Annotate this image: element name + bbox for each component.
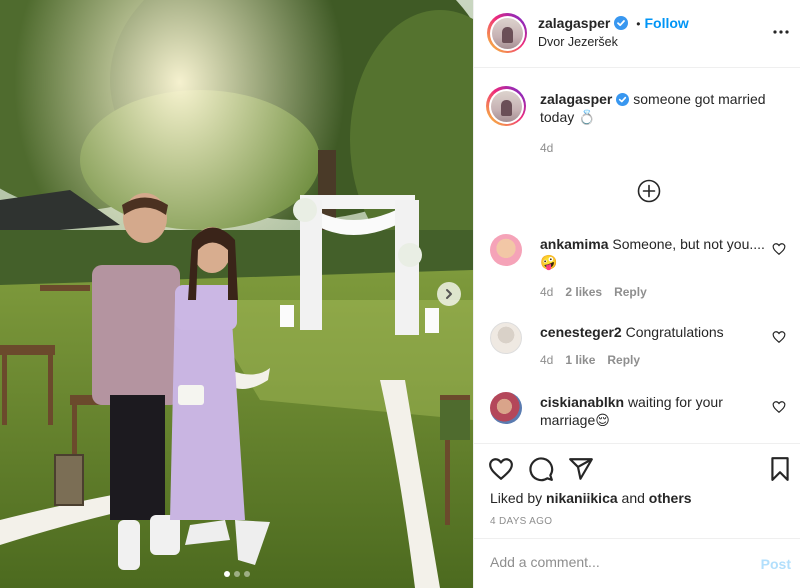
comment-age[interactable]: 4d [540,353,553,367]
follow-button[interactable]: Follow [644,15,688,31]
caption-row: zalagasper someone got married today 💍 4… [486,86,790,157]
load-more-plus-icon[interactable] [637,179,661,203]
liked-by-user[interactable]: nikaniikica [546,490,618,506]
add-comment-input[interactable] [490,554,740,570]
author-avatar[interactable] [487,13,527,53]
liked-by-others[interactable]: others [649,490,692,506]
add-comment-bar: Post [474,538,800,588]
comment-text-block: ankamima Someone, but not you....🤪 [540,235,780,271]
paper-plane-icon[interactable] [568,456,594,482]
comment-item: cenesteger2 Congratulations 4d 1 like Repl… [490,322,790,382]
more-options-button[interactable] [771,22,791,42]
reply-button[interactable]: Reply [607,353,640,367]
comments-section: zalagasper someone got married today 💍 4… [474,69,800,443]
carousel-dot [223,571,230,577]
comment-likes[interactable]: 1 like [565,353,595,367]
reply-button[interactable]: Reply [614,285,647,299]
heart-icon[interactable] [772,242,786,256]
caption-meta: 4d [540,141,565,155]
bookmark-icon[interactable] [767,456,793,482]
dot-separator: • [636,17,641,31]
liked-by-and: and [621,490,645,506]
post-side-panel: zalagasper • Follow Dvor Jezeršek zalagas… [473,0,800,588]
post-photo[interactable] [0,0,473,588]
post-timestamp[interactable]: 4 DAYS AGO [490,516,552,527]
comment-item: ciskianablkn waiting for your marriage😌 [490,392,790,442]
liked-by-summary: Liked by nikaniikica and others [490,490,692,506]
carousel-dot [233,571,240,577]
comment-meta: 4d 2 likes Reply [540,285,659,299]
comment-username[interactable]: ankamima [540,236,608,252]
location-link[interactable]: Dvor Jezeršek [538,35,618,49]
comment-username[interactable]: cenesteger2 [540,324,622,340]
verified-badge-icon [614,16,629,30]
heart-icon[interactable] [772,400,786,414]
like-button-heart-icon[interactable] [488,456,514,482]
post-header: zalagasper • Follow Dvor Jezeršek [474,0,800,68]
commenter-avatar[interactable] [490,392,522,424]
comment-age[interactable]: 4d [540,285,553,299]
carousel-indicator [0,571,473,577]
author-avatar[interactable] [486,86,526,126]
author-line: zalagasper • Follow [538,15,689,31]
chevron-right-icon [446,289,452,299]
carousel-dot [243,571,250,577]
comment-text: Congratulations [625,324,724,340]
comment-text-block: cenesteger2 Congratulations [540,323,780,341]
verified-badge-icon [616,93,630,106]
liked-by-prefix: Liked by [490,490,543,506]
comment-meta: 4d 1 like Reply [540,353,652,367]
comment-likes[interactable]: 2 likes [565,285,602,299]
commenter-avatar[interactable] [490,322,522,354]
more-options-icon [773,30,789,34]
caption-age[interactable]: 4d [540,141,553,155]
comment-bubble-icon[interactable] [528,456,554,482]
wedding-photo-illustration [0,0,473,588]
post-actions: Liked by nikaniikica and others 4 DAYS A… [474,443,800,538]
heart-icon[interactable] [772,330,786,344]
caption-username[interactable]: zalagasper [540,91,612,107]
comment-username[interactable]: ciskianablkn [540,394,624,410]
commenter-avatar[interactable] [490,234,522,266]
author-username[interactable]: zalagasper [538,15,610,31]
comment-text-block: ciskianablkn waiting for your marriage😌 [540,393,780,429]
carousel-next-button[interactable] [437,282,461,306]
comment-item: ankamima Someone, but not you....🤪 4d 2 l… [490,234,790,304]
post-comment-button[interactable]: Post [761,556,791,572]
caption-text-block: zalagasper someone got married today 💍 [540,90,780,126]
